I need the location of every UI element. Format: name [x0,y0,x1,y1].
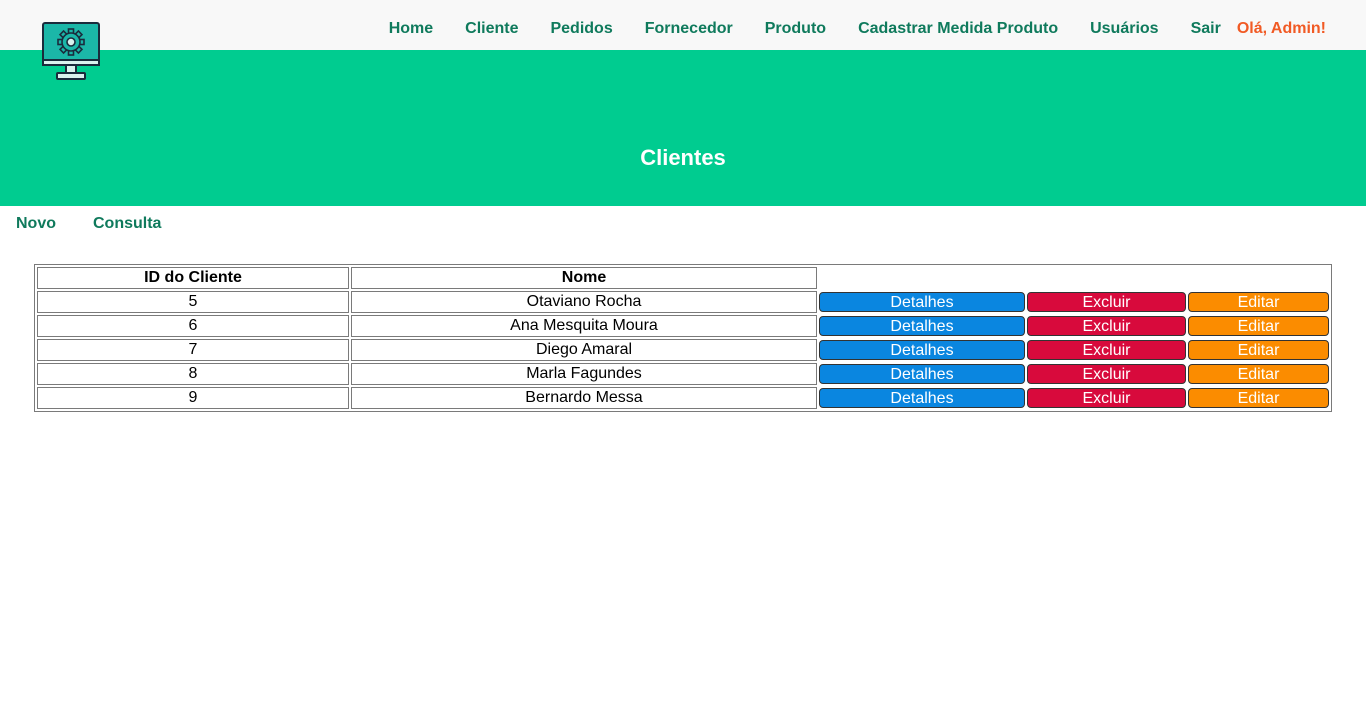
client-id-cell: 9 [37,387,349,409]
details-button[interactable]: Detalhes [819,292,1025,312]
nav-pedidos[interactable]: Pedidos [550,20,612,38]
page-title: Clientes [640,145,726,170]
client-name-cell: Ana Mesquita Moura [351,315,817,337]
details-button[interactable]: Detalhes [819,316,1025,336]
column-header-details-empty [819,267,1025,289]
column-header-id: ID do Cliente [37,267,349,289]
nav-cliente[interactable]: Cliente [465,20,518,38]
nav-cadastrar-medida-produto[interactable]: Cadastrar Medida Produto [858,20,1058,38]
details-button[interactable]: Detalhes [819,388,1025,408]
delete-button[interactable]: Excluir [1027,292,1186,312]
table-row: 9 Bernardo Messa Detalhes Excluir Editar [37,387,1329,409]
column-header-edit-empty [1188,267,1329,289]
table-row: 5 Otaviano Rocha Detalhes Excluir Editar [37,291,1329,313]
client-name-cell: Otaviano Rocha [351,291,817,313]
table-row: 7 Diego Amaral Detalhes Excluir Editar [37,339,1329,361]
edit-button[interactable]: Editar [1188,316,1329,336]
user-greeting: Olá, Admin! [1236,20,1326,37]
client-id-cell: 7 [37,339,349,361]
delete-button[interactable]: Excluir [1027,388,1186,408]
column-header-delete-empty [1027,267,1186,289]
edit-button[interactable]: Editar [1188,340,1329,360]
table-row: 6 Ana Mesquita Moura Detalhes Excluir Ed… [37,315,1329,337]
column-header-name: Nome [351,267,817,289]
table-row: 8 Marla Fagundes Detalhes Excluir Editar [37,363,1329,385]
admin-monitor-gear-logo-icon[interactable] [42,22,102,82]
delete-button[interactable]: Excluir [1027,364,1186,384]
client-id-cell: 5 [37,291,349,313]
delete-button[interactable]: Excluir [1027,340,1186,360]
subnav-novo[interactable]: Novo [16,215,56,233]
details-button[interactable]: Detalhes [819,340,1025,360]
client-name-cell: Diego Amaral [351,339,817,361]
nav-produto[interactable]: Produto [765,20,826,38]
hero-banner: Clientes [0,50,1366,206]
clients-table-body: 5 Otaviano Rocha Detalhes Excluir Editar… [37,291,1329,409]
delete-button[interactable]: Excluir [1027,316,1186,336]
table-header-row: ID do Cliente Nome [37,267,1329,289]
edit-button[interactable]: Editar [1188,292,1329,312]
client-id-cell: 8 [37,363,349,385]
client-name-cell: Marla Fagundes [351,363,817,385]
nav-usuarios[interactable]: Usuários [1090,20,1158,38]
client-name-cell: Bernardo Messa [351,387,817,409]
clients-table: ID do Cliente Nome 5 Otaviano Rocha Deta… [34,264,1332,412]
sub-navigation: Novo Consulta [16,215,198,233]
client-id-cell: 6 [37,315,349,337]
subnav-consulta[interactable]: Consulta [93,215,161,233]
nav-home[interactable]: Home [389,20,433,38]
nav-sair[interactable]: Sair [1191,20,1221,38]
nav-fornecedor[interactable]: Fornecedor [645,20,733,38]
clients-table-container: ID do Cliente Nome 5 Otaviano Rocha Deta… [34,264,1332,412]
edit-button[interactable]: Editar [1188,388,1329,408]
details-button[interactable]: Detalhes [819,364,1025,384]
edit-button[interactable]: Editar [1188,364,1329,384]
